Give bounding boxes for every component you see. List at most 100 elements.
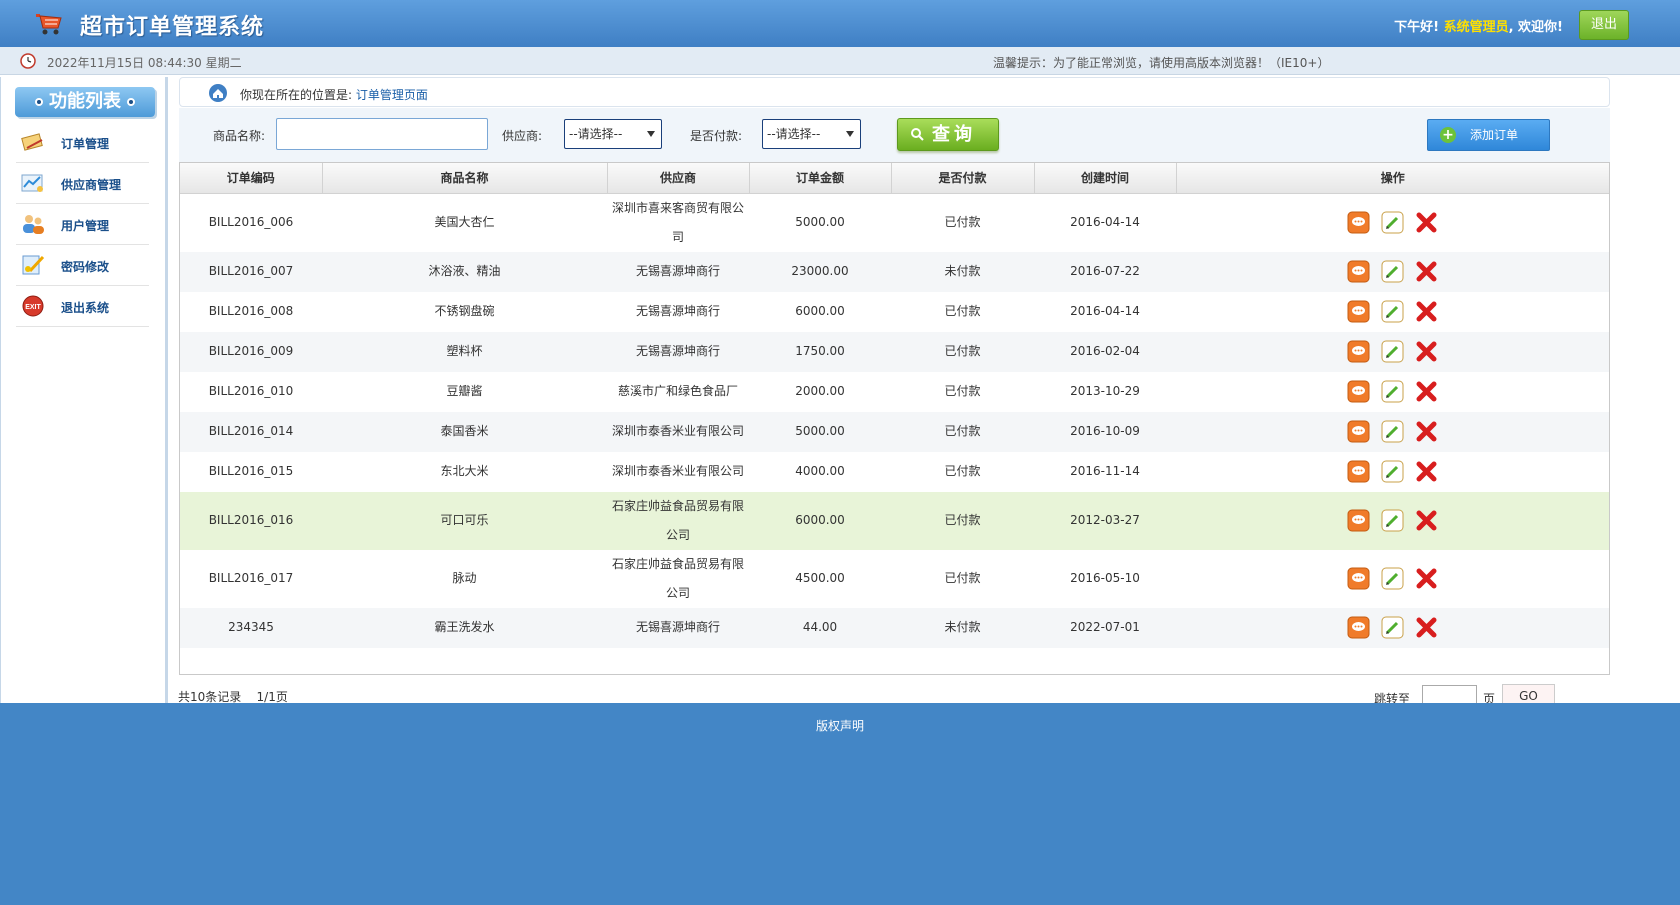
table-row: BILL2016_008 不锈钢盘碗 无锡喜源坤商行 6000.00 已付款 2016-0…	[180, 292, 1609, 332]
breadcrumb-current[interactable]: 订单管理页面	[356, 88, 428, 102]
delete-icon[interactable]	[1415, 300, 1438, 323]
order-code-cell: BILL2016_017	[208, 571, 294, 585]
sidebar-title: 功能列表	[15, 87, 155, 117]
app-title: 超市订单管理系统	[80, 15, 265, 40]
sidebar: 功能列表 订单管理 供应商管理 用户管理 密码修改 EXIT 退出系统	[0, 77, 168, 703]
amount-cell: 44.00	[749, 607, 891, 648]
provider-cell: 无锡喜源坤商行	[607, 331, 749, 372]
actions-cell	[1176, 452, 1609, 492]
greeting-suffix: , 欢迎你!	[1508, 20, 1563, 35]
provider-cell: 深圳市泰香米业有限公司	[607, 452, 749, 492]
view-icon[interactable]	[1347, 300, 1370, 323]
paid-status-cell: 未付款	[891, 251, 1034, 292]
paid-status-cell: 已付款	[944, 215, 981, 229]
copyright-link[interactable]: 版权声明	[0, 717, 1680, 734]
order-code-cell: BILL2016_007	[180, 251, 322, 292]
view-icon[interactable]	[1347, 509, 1370, 532]
delete-icon[interactable]	[1415, 460, 1438, 483]
orders-table: 订单编码 商品名称 供应商 订单金额 是否付款 创建时间 操作 BILL2016…	[179, 162, 1610, 675]
created-date-cell: 2013-10-29	[1070, 384, 1140, 398]
edit-icon[interactable]	[1381, 460, 1404, 483]
edit-icon[interactable]	[1381, 380, 1404, 403]
exit-icon: EXIT	[22, 295, 44, 317]
product-name-cell: 脉动	[452, 571, 477, 585]
provider-line: 深圳市泰香米业有限公司	[611, 464, 744, 478]
created-date-cell: 2016-05-10	[1070, 571, 1140, 585]
row-actions	[1347, 211, 1438, 234]
edit-icon[interactable]	[1381, 509, 1404, 532]
edit-icon[interactable]	[1381, 340, 1404, 363]
provider-select[interactable]: --请选择--	[564, 119, 662, 149]
sidebar-item-orders[interactable]: 订单管理	[16, 122, 149, 163]
top-header: 超市订单管理系统 下午好! 系统管理员, 欢迎你! 退出	[0, 0, 1680, 47]
query-button[interactable]: 查询	[897, 118, 999, 151]
sidebar-item-label: 用户管理	[61, 219, 110, 233]
sidebar-item-providers[interactable]: 供应商管理	[16, 163, 149, 204]
paid-status-cell: 已付款	[944, 464, 981, 478]
add-order-button[interactable]: + 添加订单	[1427, 119, 1550, 151]
provider-line: 石家庄帅益食品贸易有限	[611, 498, 744, 513]
product-name-cell: 泰国香米	[322, 411, 607, 452]
table-header-row: 订单编码 商品名称 供应商 订单金额 是否付款 创建时间 操作	[180, 163, 1609, 194]
sidebar-item-users[interactable]: 用户管理	[16, 204, 149, 245]
paid-select[interactable]: --请选择--	[762, 119, 861, 149]
info-bar: 2022年11月15日 08:44:30 星期二 温馨提示：为了能正常浏览，请使…	[0, 47, 1680, 75]
view-icon[interactable]	[1347, 380, 1370, 403]
provider-line: 石家庄帅益食品贸易有限	[611, 556, 744, 571]
delete-icon[interactable]	[1415, 260, 1438, 283]
table-row: BILL2016_009 塑料杯 无锡喜源坤商行 1750.00 已付款 2016-02-…	[180, 331, 1609, 372]
paid-status-cell: 已付款	[891, 411, 1034, 452]
delete-icon[interactable]	[1415, 211, 1438, 234]
order-code-cell: BILL2016_016	[180, 491, 322, 550]
created-date-cell: 2022-07-01	[1034, 607, 1176, 648]
view-icon[interactable]	[1347, 616, 1370, 639]
user-name: 系统管理员	[1443, 20, 1509, 35]
column-header: 操作	[1176, 163, 1609, 194]
view-icon[interactable]	[1347, 211, 1370, 234]
delete-icon[interactable]	[1415, 567, 1438, 590]
provider-line: 慈溪市广和绿色食品厂	[617, 384, 738, 398]
delete-icon[interactable]	[1415, 420, 1438, 443]
cart-icon	[36, 14, 62, 35]
delete-icon[interactable]	[1415, 616, 1438, 639]
provider-line: 无锡喜源坤商行	[635, 304, 720, 318]
edit-icon[interactable]	[1381, 616, 1404, 639]
created-date-cell: 2016-04-14	[1070, 304, 1140, 318]
provider-cell: 慈溪市广和绿色食品厂	[607, 372, 749, 412]
delete-icon[interactable]	[1415, 340, 1438, 363]
edit-icon[interactable]	[1381, 260, 1404, 283]
view-icon[interactable]	[1347, 420, 1370, 443]
order-code-cell: BILL2016_006	[208, 215, 294, 229]
actions-cell	[1176, 411, 1609, 452]
view-icon[interactable]	[1347, 340, 1370, 363]
view-icon[interactable]	[1347, 260, 1370, 283]
logout-button[interactable]: 退出	[1579, 10, 1629, 40]
delete-icon[interactable]	[1415, 509, 1438, 532]
sidebar-item-exit[interactable]: EXIT 退出系统	[16, 286, 149, 327]
edit-icon[interactable]	[1381, 567, 1404, 590]
chevron-down-icon	[647, 131, 655, 137]
current-datetime: 2022年11月15日 08:44:30 星期二	[47, 56, 242, 70]
row-actions	[1347, 567, 1438, 590]
product-name-cell: 东北大米	[440, 464, 489, 478]
actions-cell	[1176, 292, 1609, 332]
edit-icon[interactable]	[1381, 300, 1404, 323]
provider-line: 公司	[665, 527, 690, 542]
plus-icon: +	[1440, 127, 1456, 143]
provider-line: 公司	[665, 585, 690, 600]
product-name-input[interactable]	[276, 118, 488, 150]
edit-icon[interactable]	[1381, 420, 1404, 443]
delete-icon[interactable]	[1415, 380, 1438, 403]
sidebar-title-text: 功能列表	[49, 91, 121, 112]
amount-cell: 2000.00	[795, 384, 845, 398]
footer: 版权声明	[0, 703, 1680, 905]
view-icon[interactable]	[1347, 460, 1370, 483]
view-icon[interactable]	[1347, 567, 1370, 590]
product-name-cell: 霸王洗发水	[322, 607, 607, 648]
amount-cell: 4500.00	[795, 571, 845, 585]
column-header: 供应商	[607, 163, 750, 194]
paid-status-cell: 未付款	[891, 607, 1034, 648]
edit-icon[interactable]	[1381, 211, 1404, 234]
sidebar-item-password[interactable]: 密码修改	[16, 245, 149, 286]
paid-label: 是否付款:	[690, 129, 743, 143]
